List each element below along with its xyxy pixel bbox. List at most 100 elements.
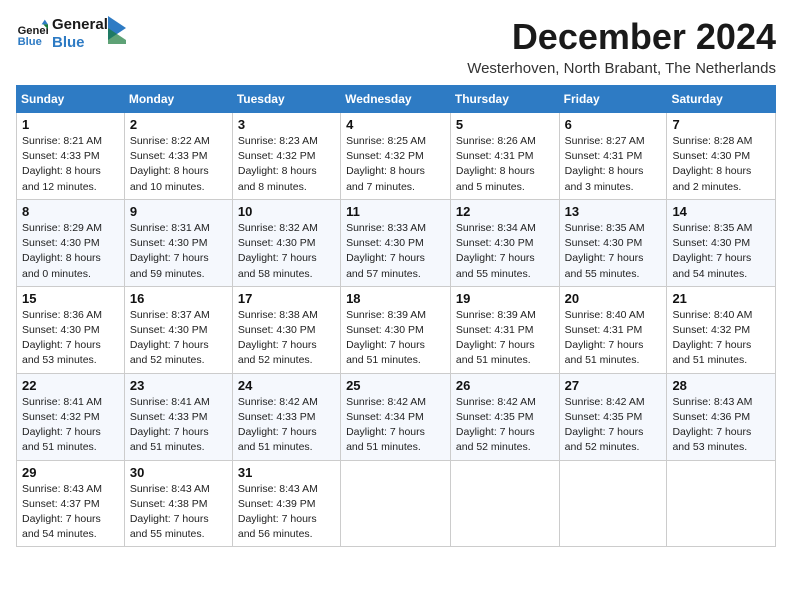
day-cell: 31 Sunrise: 8:43 AMSunset: 4:39 PMDayligh…: [232, 460, 340, 547]
day-cell: [667, 460, 776, 547]
day-detail: Sunrise: 8:35 AMSunset: 4:30 PMDaylight:…: [565, 221, 662, 282]
day-cell: 20 Sunrise: 8:40 AMSunset: 4:31 PMDayligh…: [559, 286, 667, 373]
day-cell: [450, 460, 559, 547]
day-detail: Sunrise: 8:41 AMSunset: 4:33 PMDaylight:…: [130, 395, 227, 456]
day-number: 11: [346, 204, 445, 219]
day-cell: 25 Sunrise: 8:42 AMSunset: 4:34 PMDayligh…: [341, 373, 451, 460]
logo-general: General: [52, 16, 108, 33]
day-cell: 28 Sunrise: 8:43 AMSunset: 4:36 PMDayligh…: [667, 373, 776, 460]
day-cell: 5Sunrise: 8:26 AMSunset: 4:31 PMDaylight…: [450, 113, 559, 200]
day-cell: 11 Sunrise: 8:33 AMSunset: 4:30 PMDayligh…: [341, 199, 451, 286]
week-row-4: 22 Sunrise: 8:41 AMSunset: 4:32 PMDayligh…: [17, 373, 776, 460]
week-row-1: 1 Sunrise: 8:21 AMSunset: 4:33 PMDaylight…: [17, 113, 776, 200]
day-cell: 23Sunrise: 8:41 AMSunset: 4:33 PMDayligh…: [124, 373, 232, 460]
day-detail: Sunrise: 8:39 AMSunset: 4:31 PMDaylight:…: [456, 308, 554, 369]
day-cell: 16 Sunrise: 8:37 AMSunset: 4:30 PMDayligh…: [124, 286, 232, 373]
col-sunday: Sunday: [17, 86, 125, 113]
day-number: 5: [456, 117, 554, 132]
calendar-table: Sunday Monday Tuesday Wednesday Thursday…: [16, 85, 776, 547]
header: General Blue General Blue December 2024 …: [16, 16, 776, 77]
week-row-5: 29 Sunrise: 8:43 AMSunset: 4:37 PMDayligh…: [17, 460, 776, 547]
day-detail: Sunrise: 8:25 AMSunset: 4:32 PMDaylight:…: [346, 134, 445, 195]
day-cell: 15 Sunrise: 8:36 AMSunset: 4:30 PMDayligh…: [17, 286, 125, 373]
day-number: 2: [130, 117, 227, 132]
day-number: 10: [238, 204, 335, 219]
day-detail: Sunrise: 8:43 AMSunset: 4:36 PMDaylight:…: [672, 395, 770, 456]
day-cell: 4 Sunrise: 8:25 AMSunset: 4:32 PMDaylight…: [341, 113, 451, 200]
day-cell: 19 Sunrise: 8:39 AMSunset: 4:31 PMDayligh…: [450, 286, 559, 373]
col-tuesday: Tuesday: [232, 86, 340, 113]
day-detail: Sunrise: 8:23 AMSunset: 4:32 PMDaylight:…: [238, 134, 335, 195]
day-number: 7: [672, 117, 770, 132]
day-number: 3: [238, 117, 335, 132]
day-detail: Sunrise: 8:29 AMSunset: 4:30 PMDaylight:…: [22, 221, 119, 282]
day-detail: Sunrise: 8:21 AMSunset: 4:33 PMDaylight:…: [22, 134, 119, 195]
day-number: 16: [130, 291, 227, 306]
logo-arrow-icon: [108, 16, 126, 44]
day-cell: 1 Sunrise: 8:21 AMSunset: 4:33 PMDaylight…: [17, 113, 125, 200]
day-cell: 3 Sunrise: 8:23 AMSunset: 4:32 PMDaylight…: [232, 113, 340, 200]
day-number: 14: [672, 204, 770, 219]
day-number: 22: [22, 378, 119, 393]
week-row-2: 8 Sunrise: 8:29 AMSunset: 4:30 PMDaylight…: [17, 199, 776, 286]
day-number: 18: [346, 291, 445, 306]
day-number: 21: [672, 291, 770, 306]
day-number: 19: [456, 291, 554, 306]
day-number: 6: [565, 117, 662, 132]
col-saturday: Saturday: [667, 86, 776, 113]
day-detail: Sunrise: 8:40 AMSunset: 4:32 PMDaylight:…: [672, 308, 770, 369]
day-cell: 18 Sunrise: 8:39 AMSunset: 4:30 PMDayligh…: [341, 286, 451, 373]
col-wednesday: Wednesday: [341, 86, 451, 113]
logo: General Blue General Blue: [16, 16, 126, 52]
day-number: 25: [346, 378, 445, 393]
day-cell: 30Sunrise: 8:43 AMSunset: 4:38 PMDayligh…: [124, 460, 232, 547]
day-number: 28: [672, 378, 770, 393]
day-number: 15: [22, 291, 119, 306]
day-detail: Sunrise: 8:38 AMSunset: 4:30 PMDaylight:…: [238, 308, 335, 369]
day-number: 4: [346, 117, 445, 132]
day-detail: Sunrise: 8:33 AMSunset: 4:30 PMDaylight:…: [346, 221, 445, 282]
day-detail: Sunrise: 8:42 AMSunset: 4:34 PMDaylight:…: [346, 395, 445, 456]
day-number: 31: [238, 465, 335, 480]
day-detail: Sunrise: 8:34 AMSunset: 4:30 PMDaylight:…: [456, 221, 554, 282]
day-cell: 12Sunrise: 8:34 AMSunset: 4:30 PMDayligh…: [450, 199, 559, 286]
logo-blue: Blue: [52, 34, 108, 52]
day-cell: [559, 460, 667, 547]
day-detail: Sunrise: 8:41 AMSunset: 4:32 PMDaylight:…: [22, 395, 119, 456]
day-cell: 26Sunrise: 8:42 AMSunset: 4:35 PMDayligh…: [450, 373, 559, 460]
day-cell: [341, 460, 451, 547]
day-number: 29: [22, 465, 119, 480]
svg-text:Blue: Blue: [18, 36, 42, 48]
day-detail: Sunrise: 8:43 AMSunset: 4:39 PMDaylight:…: [238, 482, 335, 543]
day-cell: 8 Sunrise: 8:29 AMSunset: 4:30 PMDaylight…: [17, 199, 125, 286]
day-number: 20: [565, 291, 662, 306]
day-cell: 6 Sunrise: 8:27 AMSunset: 4:31 PMDaylight…: [559, 113, 667, 200]
day-cell: 27Sunrise: 8:42 AMSunset: 4:35 PMDayligh…: [559, 373, 667, 460]
day-detail: Sunrise: 8:37 AMSunset: 4:30 PMDaylight:…: [130, 308, 227, 369]
day-cell: 14 Sunrise: 8:35 AMSunset: 4:30 PMDayligh…: [667, 199, 776, 286]
day-detail: Sunrise: 8:32 AMSunset: 4:30 PMDaylight:…: [238, 221, 335, 282]
day-detail: Sunrise: 8:42 AMSunset: 4:35 PMDaylight:…: [565, 395, 662, 456]
day-cell: 13 Sunrise: 8:35 AMSunset: 4:30 PMDayligh…: [559, 199, 667, 286]
day-number: 9: [130, 204, 227, 219]
day-detail: Sunrise: 8:36 AMSunset: 4:30 PMDaylight:…: [22, 308, 119, 369]
day-detail: Sunrise: 8:27 AMSunset: 4:31 PMDaylight:…: [565, 134, 662, 195]
svg-text:General: General: [18, 25, 48, 37]
day-detail: Sunrise: 8:42 AMSunset: 4:33 PMDaylight:…: [238, 395, 335, 456]
header-row: Sunday Monday Tuesday Wednesday Thursday…: [17, 86, 776, 113]
day-number: 8: [22, 204, 119, 219]
day-detail: Sunrise: 8:35 AMSunset: 4:30 PMDaylight:…: [672, 221, 770, 282]
day-number: 1: [22, 117, 119, 132]
day-detail: Sunrise: 8:43 AMSunset: 4:38 PMDaylight:…: [130, 482, 227, 543]
day-detail: Sunrise: 8:22 AMSunset: 4:33 PMDaylight:…: [130, 134, 227, 195]
day-detail: Sunrise: 8:40 AMSunset: 4:31 PMDaylight:…: [565, 308, 662, 369]
day-cell: 24 Sunrise: 8:42 AMSunset: 4:33 PMDayligh…: [232, 373, 340, 460]
day-detail: Sunrise: 8:31 AMSunset: 4:30 PMDaylight:…: [130, 221, 227, 282]
day-detail: Sunrise: 8:39 AMSunset: 4:30 PMDaylight:…: [346, 308, 445, 369]
title-area: December 2024 Westerhoven, North Brabant…: [467, 16, 776, 77]
day-cell: 17Sunrise: 8:38 AMSunset: 4:30 PMDayligh…: [232, 286, 340, 373]
day-number: 24: [238, 378, 335, 393]
col-monday: Monday: [124, 86, 232, 113]
day-number: 13: [565, 204, 662, 219]
day-detail: Sunrise: 8:43 AMSunset: 4:37 PMDaylight:…: [22, 482, 119, 543]
